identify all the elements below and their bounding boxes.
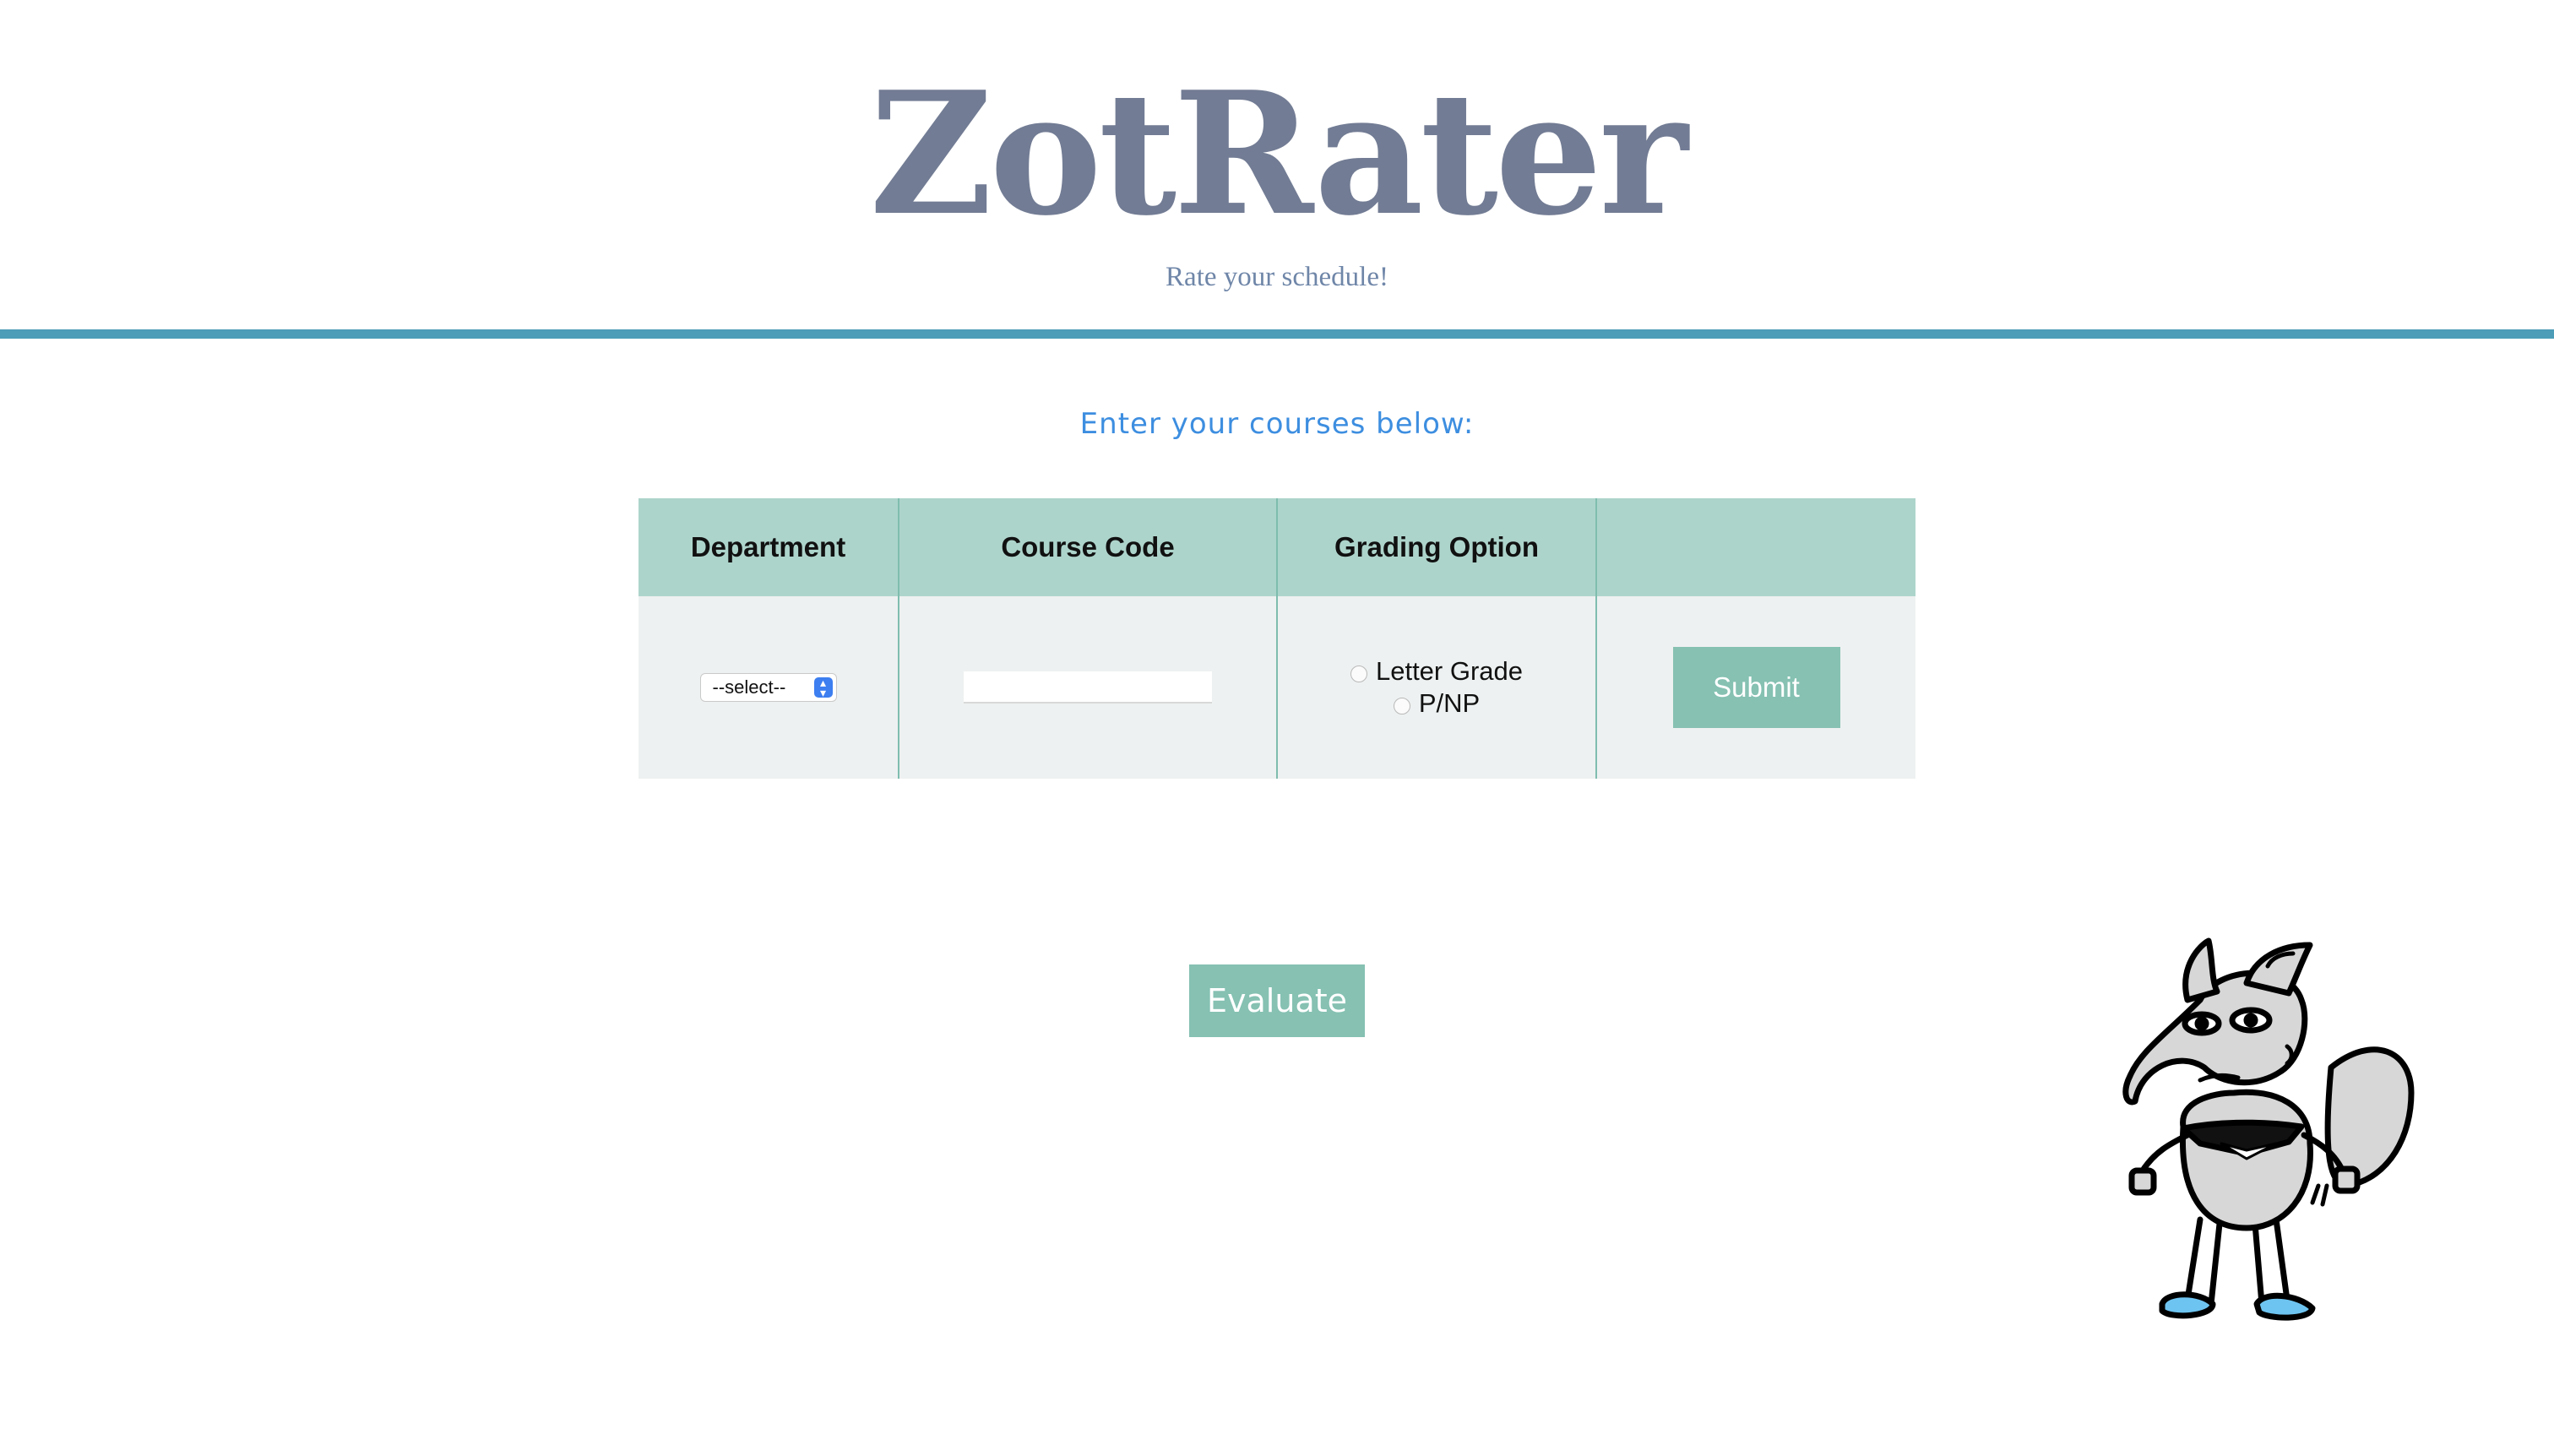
department-cell: --select-- ▴ ▾	[638, 596, 899, 779]
column-header-department: Department	[638, 498, 899, 596]
courses-prompt: Enter your courses below:	[1079, 407, 1475, 441]
page-title: ZotRater	[869, 55, 1687, 253]
table-row: --select-- ▴ ▾ Letter Grade P/NP Submit	[638, 596, 1916, 779]
department-select[interactable]: --select-- ▴ ▾	[699, 673, 837, 702]
column-header-grading-option: Grading Option	[1277, 498, 1597, 596]
grading-option-cell: Letter Grade P/NP	[1277, 596, 1597, 779]
pnp-label: P/NP	[1418, 688, 1481, 718]
table-header-row: Department Course Code Grading Option	[638, 498, 1916, 596]
course-code-cell	[899, 596, 1278, 779]
submit-button[interactable]: Submit	[1672, 647, 1840, 728]
letter-grade-label: Letter Grade	[1375, 656, 1524, 686]
grading-option-letter[interactable]: Letter Grade	[1350, 655, 1523, 687]
evaluate-button[interactable]: Evaluate	[1189, 964, 1365, 1037]
course-code-input[interactable]	[964, 671, 1212, 704]
select-chevron-icon: ▴ ▾	[813, 676, 833, 698]
grading-option-pnp[interactable]: P/NP	[1350, 687, 1523, 720]
header-divider	[0, 329, 2554, 339]
pnp-radio[interactable]	[1393, 698, 1410, 714]
grading-option-radio-group: Letter Grade P/NP	[1350, 655, 1523, 720]
course-table: Department Course Code Grading Option --…	[638, 498, 1916, 779]
page-header: ZotRater Rate your schedule!	[0, 0, 2554, 339]
page-subtitle: Rate your schedule!	[1166, 262, 1388, 292]
column-header-course-code: Course Code	[899, 498, 1278, 596]
submit-cell: Submit	[1596, 596, 1916, 779]
department-select-value: --select--	[712, 676, 786, 698]
anteater-mascot-icon	[2122, 937, 2415, 1321]
column-header-action	[1596, 498, 1916, 596]
letter-grade-radio[interactable]	[1350, 666, 1367, 682]
